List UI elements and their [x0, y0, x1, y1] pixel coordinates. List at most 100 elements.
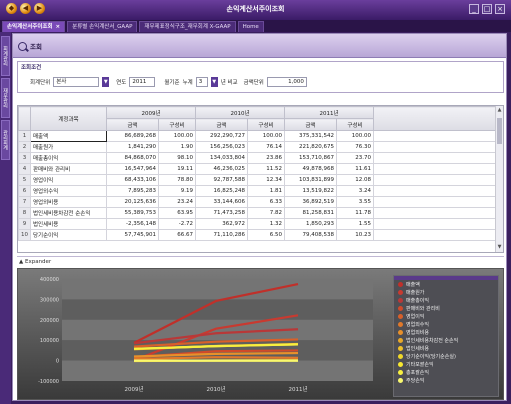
ratio-cell[interactable]: 11.61: [336, 163, 374, 175]
ratio-cell[interactable]: 6.33: [247, 196, 285, 208]
account-cell[interactable]: 영업이익: [30, 174, 107, 186]
amount-cell[interactable]: 57,745,901: [106, 229, 159, 241]
account-cell[interactable]: 영업외비용: [30, 196, 107, 208]
ratio-cell[interactable]: 19.11: [158, 163, 196, 175]
column-header-amount[interactable]: 금액: [195, 118, 248, 131]
amount-cell[interactable]: -2,356,148: [106, 218, 159, 230]
rail-item-management[interactable]: 관리회계: [1, 120, 10, 160]
ratio-cell[interactable]: 66.67: [158, 229, 196, 241]
account-cell[interactable]: 매출원가: [30, 141, 107, 153]
amount-cell[interactable]: 375,331,542: [284, 130, 337, 142]
tab-financial-statements[interactable]: 재무제표정식구조_재무회계 X-GAAP: [139, 21, 236, 32]
amount-cell[interactable]: 362,972: [195, 218, 248, 230]
ratio-cell[interactable]: 100.00: [336, 130, 374, 142]
column-header-ratio[interactable]: 구성비: [247, 118, 285, 131]
legend-item[interactable]: 당기순이익(당기순손실): [394, 352, 498, 360]
chevron-down-icon[interactable]: ▼: [102, 77, 110, 87]
account-cell[interactable]: 법인세비용: [30, 218, 107, 230]
account-cell[interactable]: 법인세비용차감전 순손익: [30, 207, 107, 219]
ratio-cell[interactable]: 23.86: [247, 152, 285, 164]
unit-select[interactable]: 본사: [53, 77, 100, 87]
search-button[interactable]: 조회: [18, 40, 42, 52]
ratio-cell[interactable]: 9.19: [158, 185, 196, 197]
amount-cell[interactable]: 153,710,867: [284, 152, 337, 164]
legend-item[interactable]: 기타포괄손익: [394, 360, 498, 368]
vertical-scrollbar[interactable]: ▲ ▼: [495, 106, 503, 252]
column-header-year[interactable]: 2011년: [284, 106, 374, 119]
tab-income-statement-trend[interactable]: 손익계산서주이조회 ×: [2, 21, 66, 32]
table-row[interactable]: 2 매출원가 1,841,290 1.90 156,256,023 76.14 221,82…: [18, 141, 499, 153]
amount-cell[interactable]: 36,892,519: [284, 196, 337, 208]
column-header-account[interactable]: 계정과목: [30, 106, 107, 131]
table-row[interactable]: 1 매출액 86,689,268 100.00 292,290,727 100.00 375…: [18, 130, 499, 142]
amount-cell[interactable]: 156,256,023: [195, 141, 248, 153]
amount-cell[interactable]: 84,868,070: [106, 152, 159, 164]
amount-cell[interactable]: 68,433,106: [106, 174, 159, 186]
amount-cell[interactable]: 55,389,753: [106, 207, 159, 219]
amount-cell[interactable]: 81,258,831: [284, 207, 337, 219]
amount-cell[interactable]: 221,820,675: [284, 141, 337, 153]
tab-home[interactable]: Home: [237, 21, 264, 32]
amount-cell[interactable]: 1,841,290: [106, 141, 159, 153]
minimize-button[interactable]: _: [469, 4, 479, 14]
account-cell[interactable]: 영업외수익: [30, 185, 107, 197]
account-cell[interactable]: 판매비와 관리비: [30, 163, 107, 175]
ratio-cell[interactable]: 7.82: [247, 207, 285, 219]
account-cell[interactable]: 매출총이익: [30, 152, 107, 164]
ratio-cell[interactable]: 1.81: [247, 185, 285, 197]
column-header-amount[interactable]: 금액: [284, 118, 337, 131]
amount-cell[interactable]: 16,547,964: [106, 163, 159, 175]
scroll-thumb[interactable]: [497, 118, 502, 144]
legend-item[interactable]: 영업외비용: [394, 328, 498, 336]
ratio-cell[interactable]: 76.30: [336, 141, 374, 153]
ratio-cell[interactable]: 10.23: [336, 229, 374, 241]
legend-item[interactable]: 영업외수익: [394, 320, 498, 328]
amount-cell[interactable]: 103,831,899: [284, 174, 337, 186]
ratio-cell[interactable]: 78.80: [158, 174, 196, 186]
period-select[interactable]: 3: [195, 77, 208, 87]
ratio-cell[interactable]: 100.00: [158, 130, 196, 142]
ratio-cell[interactable]: 12.08: [336, 174, 374, 186]
amount-cell[interactable]: 20,125,636: [106, 196, 159, 208]
legend-item[interactable]: 주당손익: [394, 376, 498, 384]
table-row[interactable]: 10 당기순이익 57,745,901 66.67 71,110,286 6.50 79,4…: [18, 229, 499, 241]
rail-item-finance[interactable]: 재무관리: [1, 78, 10, 118]
amount-cell[interactable]: 71,110,286: [195, 229, 248, 241]
legend-item[interactable]: 매출총이익: [394, 296, 498, 304]
scroll-up-icon[interactable]: ▲: [496, 107, 503, 114]
amount-cell[interactable]: 7,895,283: [106, 185, 159, 197]
legend-item[interactable]: 판매비와 관리비: [394, 304, 498, 312]
legend-item[interactable]: 영업이익: [394, 312, 498, 320]
ratio-cell[interactable]: 3.24: [336, 185, 374, 197]
ratio-cell[interactable]: 1.90: [158, 141, 196, 153]
amount-cell[interactable]: 71,473,258: [195, 207, 248, 219]
ratio-cell[interactable]: 100.00: [247, 130, 285, 142]
maximize-button[interactable]: □: [482, 4, 492, 14]
ratio-cell[interactable]: 23.70: [336, 152, 374, 164]
legend-item[interactable]: 총포괄손익: [394, 368, 498, 376]
amount-cell[interactable]: 33,144,606: [195, 196, 248, 208]
amount-cell[interactable]: 46,236,025: [195, 163, 248, 175]
legend-item[interactable]: 매출액: [394, 280, 498, 288]
ratio-cell[interactable]: -2.72: [158, 218, 196, 230]
ratio-cell[interactable]: 11.78: [336, 207, 374, 219]
table-row[interactable]: 3 매출총이익 84,868,070 98.10 134,033,804 23.86 153…: [18, 152, 499, 164]
amount-cell[interactable]: 92,787,588: [195, 174, 248, 186]
amount-cell[interactable]: 86,689,268: [106, 130, 159, 142]
table-row[interactable]: 4 판매비와 관리비 16,547,964 19.11 46,236,025 11.52 4…: [18, 163, 499, 175]
table-row[interactable]: 9 법인세비용 -2,356,148 -2.72 362,972 1.32 1,850,29…: [18, 218, 499, 230]
column-header-amount[interactable]: 금액: [106, 118, 159, 131]
legend-item[interactable]: 법인세비용차감전 순손익: [394, 336, 498, 344]
amount-cell[interactable]: 134,033,804: [195, 152, 248, 164]
table-row[interactable]: 7 영업외비용 20,125,636 23.24 33,144,606 6.33 36,89…: [18, 196, 499, 208]
ratio-cell[interactable]: 3.55: [336, 196, 374, 208]
amount-cell[interactable]: 13,519,822: [284, 185, 337, 197]
table-row[interactable]: 5 영업이익 68,433,106 78.80 92,787,588 12.34 103,8…: [18, 174, 499, 186]
amount-cell[interactable]: 16,825,248: [195, 185, 248, 197]
close-button[interactable]: ×: [495, 4, 505, 14]
amount-cell[interactable]: 292,290,727: [195, 130, 248, 142]
chevron-down-icon[interactable]: ▼: [210, 77, 218, 87]
year-input[interactable]: 2011: [129, 77, 156, 87]
rail-item-accounting[interactable]: 회계관리: [1, 36, 10, 76]
account-cell[interactable]: 당기순이익: [30, 229, 107, 241]
